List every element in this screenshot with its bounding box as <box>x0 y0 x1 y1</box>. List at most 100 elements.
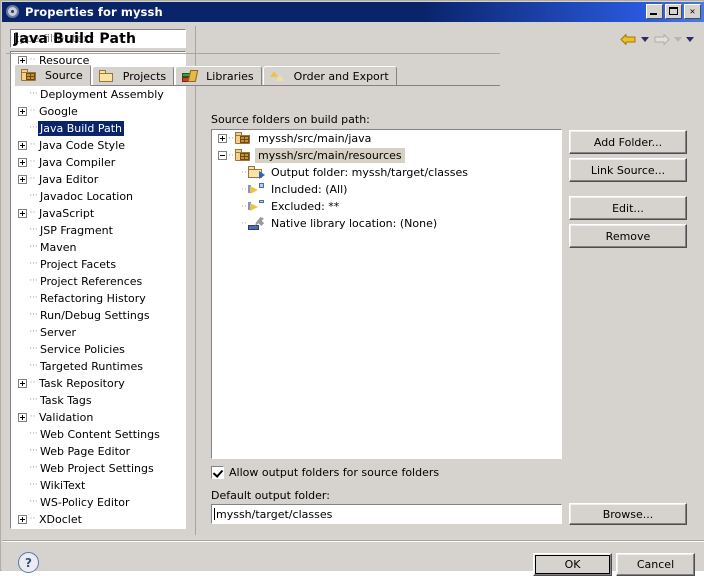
source-tree-row[interactable]: ·· Output folder: myssh/target/classes <box>212 164 561 181</box>
expand-icon[interactable] <box>18 515 27 524</box>
edit-button[interactable]: Edit... <box>569 196 687 220</box>
page-nav-toolbar <box>620 30 694 48</box>
tree-connector: ·· <box>228 150 234 161</box>
tab-label: Libraries <box>206 69 254 83</box>
tab-order-and-export[interactable]: Order and Export <box>262 66 397 86</box>
tab-source[interactable]: Source <box>14 64 91 86</box>
source-tree-row[interactable]: ·· Included: (All) <box>212 181 561 198</box>
close-button[interactable]: ✕ <box>684 4 701 19</box>
sidebar-item-label: Project Facets <box>40 258 117 271</box>
expand-icon[interactable] <box>18 158 27 167</box>
tab-strip: Source Projects Libraries Order and Export <box>14 64 500 86</box>
allow-output-folders-checkbox[interactable] <box>211 466 224 479</box>
expand-icon[interactable] <box>18 209 27 218</box>
sidebar-item-label: Refactoring History <box>40 292 146 305</box>
tab-label: Source <box>45 68 83 82</box>
minimize-button[interactable] <box>646 4 663 19</box>
browse-button[interactable]: Browse... <box>569 503 687 525</box>
tree-connector: ··· <box>29 429 38 439</box>
sidebar-item-targeted-runtimes[interactable]: ··· Targeted Runtimes <box>11 358 185 375</box>
tree-connector: ··· <box>29 276 38 286</box>
tab-libraries[interactable]: Libraries <box>175 66 262 86</box>
sidebar-item-task-tags[interactable]: ··· Task Tags <box>11 392 185 409</box>
ok-button[interactable]: OK <box>533 553 612 576</box>
expand-icon[interactable] <box>18 413 27 422</box>
source-folders-tree[interactable]: ·· myssh/src/main/java ·· myssh/src/main/re… <box>211 129 562 459</box>
sidebar-item-label: Service Policies <box>40 343 125 356</box>
view-menu-dropdown-icon[interactable] <box>686 36 694 42</box>
sidebar-item-javadoc-location[interactable]: ··· Javadoc Location <box>11 188 185 205</box>
sidebar-item-label: WS-Policy Editor <box>40 496 130 509</box>
sidebar-item-label: Web Project Settings <box>40 462 154 475</box>
remove-button[interactable]: Remove <box>569 224 687 248</box>
source-tree-label: Output folder: myssh/target/classes <box>271 166 468 179</box>
sidebar-item-jsp-fragment[interactable]: ··· JSP Fragment <box>11 222 185 239</box>
sidebar-item-maven[interactable]: ··· Maven <box>11 239 185 256</box>
expand-icon[interactable] <box>18 107 27 116</box>
maximize-button[interactable] <box>665 4 682 19</box>
tree-connector: ··· <box>29 310 38 320</box>
tree-connector: ··· <box>29 293 38 303</box>
tree-connector: ··· <box>29 480 38 490</box>
sidebar-item-task-repository[interactable]: ·· Task Repository <box>11 375 185 392</box>
sidebar-item-google[interactable]: ·· Google <box>11 103 185 120</box>
tree-connector: ··· <box>29 497 38 507</box>
back-arrow-icon[interactable] <box>620 32 637 47</box>
sidebar-item-project-references[interactable]: ··· Project References <box>11 273 185 290</box>
allow-output-folders-row[interactable]: Allow output folders for source folders <box>211 466 439 479</box>
source-tree-row[interactable]: ·· Excluded: ** <box>212 198 561 215</box>
sidebar-item-validation[interactable]: ·· Validation <box>11 409 185 426</box>
order-export-icon <box>269 70 286 83</box>
expand-icon[interactable] <box>218 134 227 143</box>
source-folders-label: Source folders on build path: <box>211 113 370 126</box>
sidebar-item-service-policies[interactable]: ··· Service Policies <box>11 341 185 358</box>
add-folder-button[interactable]: Add Folder... <box>569 130 687 154</box>
link-source-button[interactable]: Link Source... <box>569 158 687 182</box>
exclude-filter-icon <box>248 200 264 213</box>
sidebar-item-web-page-editor[interactable]: ··· Web Page Editor <box>11 443 185 460</box>
gear-icon <box>5 4 21 20</box>
sidebar-item-java-editor[interactable]: ·· Java Editor <box>11 171 185 188</box>
expand-icon[interactable] <box>18 379 27 388</box>
cancel-button[interactable]: Cancel <box>616 553 695 576</box>
sidebar-item-label: Web Content Settings <box>40 428 160 441</box>
sidebar-item-java-compiler[interactable]: ·· Java Compiler <box>11 154 185 171</box>
sidebar-item-server[interactable]: ··· Server <box>11 324 185 341</box>
title-bar[interactable]: Properties for myssh ✕ <box>2 2 704 22</box>
native-library-icon <box>248 217 264 230</box>
source-folder-icon <box>235 149 251 162</box>
source-tree-label: myssh/src/main/java <box>258 132 372 145</box>
tab-projects[interactable]: Projects <box>91 66 175 86</box>
default-output-folder-input[interactable]: myssh/target/classes <box>211 504 562 524</box>
allow-output-folders-label: Allow output folders for source folders <box>229 466 440 479</box>
sidebar-item-java-code-style[interactable]: ·· Java Code Style <box>11 137 185 154</box>
sidebar-item-wikitext[interactable]: ··· WikiText <box>11 477 185 494</box>
source-tree-row[interactable]: ·· myssh/src/main/resources <box>212 147 561 164</box>
expand-icon[interactable] <box>18 141 27 150</box>
sidebar-item-run-debug-settings[interactable]: ··· Run/Debug Settings <box>11 307 185 324</box>
source-tree-row[interactable]: ·· myssh/src/main/java <box>212 130 561 147</box>
settings-tree[interactable]: ··Resource···Builders···Deployment Assem… <box>10 51 186 529</box>
tree-connector: ··· <box>29 242 38 252</box>
sidebar-item-web-content-settings[interactable]: ··· Web Content Settings <box>11 426 185 443</box>
sidebar-item-web-project-settings[interactable]: ··· Web Project Settings <box>11 460 185 477</box>
tree-connector: ··· <box>29 259 38 269</box>
sidebar-item-java-build-path[interactable]: ··· Java Build Path <box>11 120 185 137</box>
tree-connector: ··· <box>29 446 38 456</box>
sidebar-item-deployment-assembly[interactable]: ··· Deployment Assembly <box>11 86 185 103</box>
sidebar-item-refactoring-history[interactable]: ··· Refactoring History <box>11 290 185 307</box>
tree-connector: ·· <box>29 174 36 184</box>
sidebar-item-project-facets[interactable]: ··· Project Facets <box>11 256 185 273</box>
back-dropdown-icon[interactable] <box>641 36 649 42</box>
sidebar-item-javascript[interactable]: ·· JavaScript <box>11 205 185 222</box>
sidebar-item-label: Project References <box>40 275 143 288</box>
sidebar-item-xdoclet[interactable]: ·· XDoclet <box>11 511 185 528</box>
tree-connector: ·· <box>241 201 247 212</box>
tree-connector: ·· <box>29 514 36 524</box>
source-tree-row[interactable]: ·· Native library location: (None) <box>212 215 561 232</box>
page-title: Java Build Path <box>14 31 137 47</box>
expand-icon[interactable] <box>18 175 27 184</box>
help-icon[interactable]: ? <box>18 552 39 573</box>
sidebar-item-ws-policy-editor[interactable]: ··· WS-Policy Editor <box>11 494 185 511</box>
collapse-icon[interactable] <box>218 151 227 160</box>
